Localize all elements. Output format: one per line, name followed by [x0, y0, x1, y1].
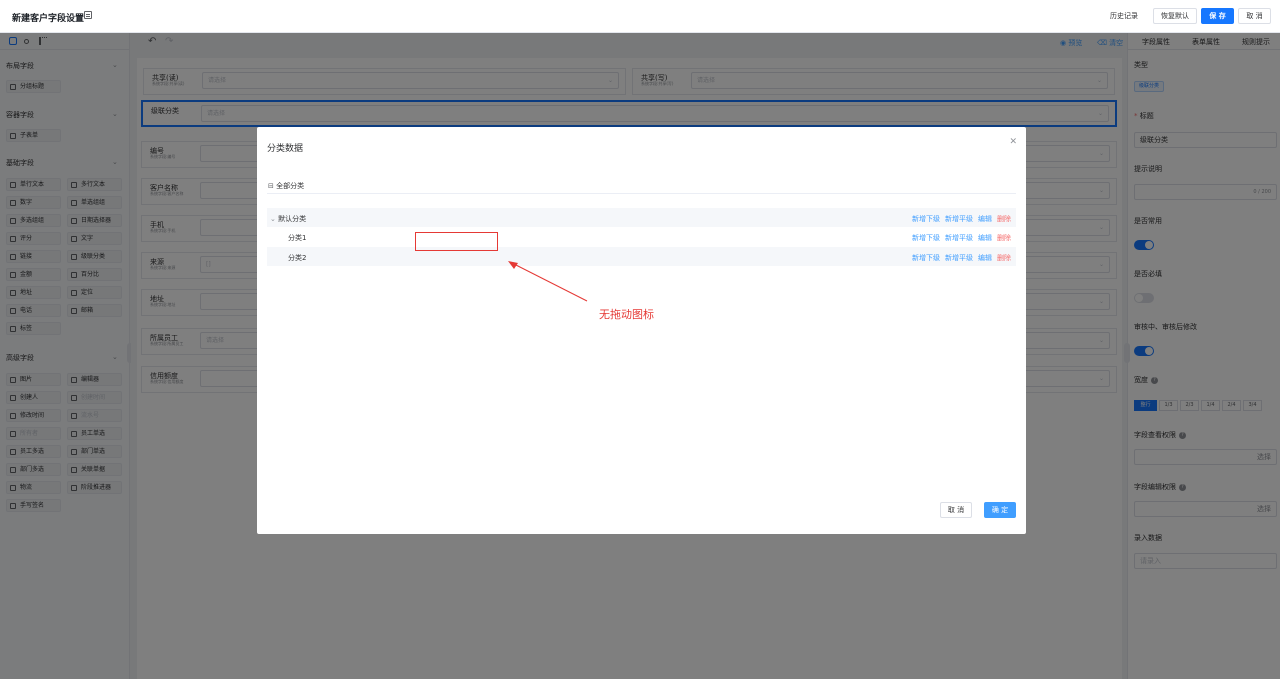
tree-root[interactable]: ⊟ 全部分类	[268, 181, 304, 191]
row-actions: 新增下级 新增平级 编辑 删除	[907, 253, 1011, 263]
close-icon[interactable]: ✕	[1009, 137, 1017, 147]
top-bar: 新建客户字段设置 历史记录 恢复默认 保 存 取 消	[0, 0, 1280, 33]
page-title: 新建客户字段设置	[12, 14, 85, 24]
delete-link[interactable]: 删除	[997, 215, 1011, 223]
tree-row[interactable]: ⌄ 默认分类 新增下级 新增平级 编辑 删除	[267, 208, 1016, 227]
tree-node-label: 分类1	[288, 233, 306, 243]
annotation-box	[415, 232, 498, 251]
divider	[267, 193, 1016, 194]
form-settings-icon[interactable]	[84, 11, 92, 19]
category-data-dialog: 分类数据 ✕ ⊟ 全部分类 取 消 确 定 ⌄ 默认分类 新增下级 新增平级 编辑 删除…	[257, 127, 1026, 534]
dialog-cancel-button[interactable]: 取 消	[940, 502, 972, 518]
add-child-link[interactable]: 新增下级	[912, 234, 940, 242]
add-sibling-link[interactable]: 新增平级	[945, 215, 973, 223]
delete-link[interactable]: 删除	[997, 234, 1011, 242]
edit-link[interactable]: 编辑	[978, 234, 992, 242]
row-actions: 新增下级 新增平级 编辑 删除	[907, 233, 1011, 243]
delete-link[interactable]: 删除	[997, 254, 1011, 262]
add-sibling-link[interactable]: 新增平级	[945, 254, 973, 262]
tree-node-text: 分类2	[288, 254, 307, 262]
add-child-link[interactable]: 新增下级	[912, 215, 940, 223]
folder-icon: ⊟	[268, 182, 277, 190]
restore-default-button[interactable]: 恢复默认	[1153, 8, 1197, 24]
save-button[interactable]: 保 存	[1201, 8, 1234, 24]
add-child-link[interactable]: 新增下级	[912, 254, 940, 262]
cancel-button[interactable]: 取 消	[1238, 8, 1271, 24]
edit-link[interactable]: 编辑	[978, 254, 992, 262]
tree-node-text: 分类1	[288, 234, 307, 242]
annotation-text: 无拖动图标	[599, 308, 654, 321]
tree-row[interactable]: 分类2 新增下级 新增平级 编辑 删除	[267, 247, 1016, 266]
add-sibling-link[interactable]: 新增平级	[945, 234, 973, 242]
history-link[interactable]: 历史记录	[1110, 11, 1138, 21]
tree-node-text: 默认分类	[278, 215, 307, 223]
dialog-title: 分类数据	[267, 144, 304, 154]
tree-root-label: 全部分类	[276, 182, 305, 190]
row-actions: 新增下级 新增平级 编辑 删除	[907, 214, 1011, 224]
tree-node-label: 分类2	[288, 253, 306, 263]
tree-node-label: ⌄ 默认分类	[270, 214, 306, 224]
tree-row[interactable]: 分类1 新增下级 新增平级 编辑 删除	[267, 227, 1016, 246]
edit-link[interactable]: 编辑	[978, 215, 992, 223]
dialog-confirm-button[interactable]: 确 定	[984, 502, 1016, 518]
expand-icon[interactable]: ⌄	[270, 215, 278, 223]
